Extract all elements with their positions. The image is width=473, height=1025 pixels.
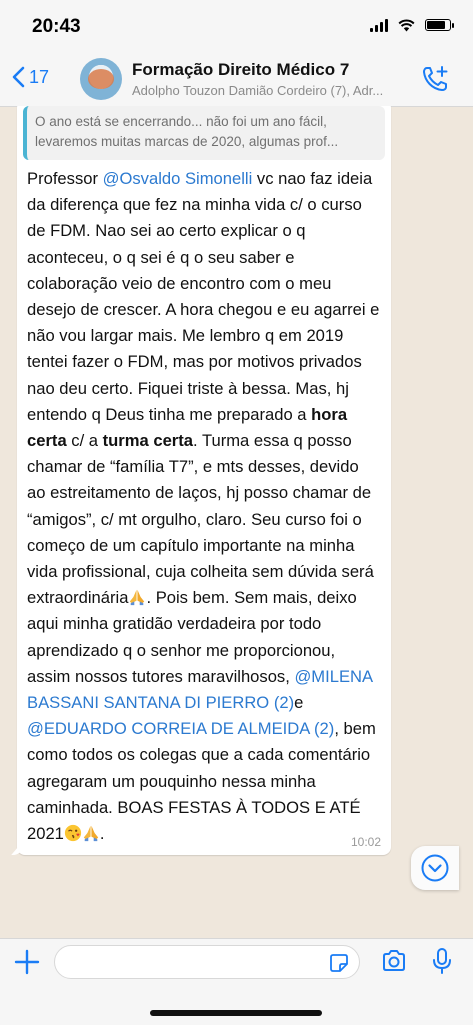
sticker-button[interactable] bbox=[329, 953, 349, 978]
add-participant-call-icon bbox=[423, 66, 448, 91]
cellular-signal-icon bbox=[370, 18, 388, 32]
chevron-down-icon bbox=[421, 854, 449, 882]
message-text-part: Professor bbox=[27, 169, 103, 188]
quoted-message[interactable]: O ano está se encerrando... não foi um a… bbox=[23, 106, 385, 160]
message-timestamp: 10:02 bbox=[350, 835, 381, 850]
camera-button[interactable] bbox=[381, 949, 407, 978]
group-avatar[interactable] bbox=[80, 58, 122, 100]
message-text-part: . Turma essa q posso chamar de “família … bbox=[27, 431, 374, 608]
attach-button[interactable] bbox=[14, 949, 40, 980]
status-bar: 20:43 bbox=[0, 0, 473, 52]
mention-osvaldo[interactable]: @Osvaldo Simonelli bbox=[103, 169, 253, 188]
message-text-part: c/ a bbox=[66, 431, 103, 451]
message-input-box[interactable] bbox=[54, 945, 360, 979]
battery-icon bbox=[425, 19, 454, 31]
add-call-button[interactable] bbox=[421, 65, 449, 98]
bold-turma-certa: turma certa bbox=[102, 431, 194, 451]
quoted-text-line-1: O ano está se encerrando... não foi um a… bbox=[35, 114, 327, 129]
message-text: Professor @Osvaldo Simonelli vc nao faz … bbox=[17, 160, 391, 847]
chat-participants[interactable]: Adolpho Touzon Damião Cordeiro (7), Adr.… bbox=[132, 83, 387, 98]
microphone-icon bbox=[433, 948, 451, 974]
chat-title[interactable]: Formação Direito Médico 7 bbox=[132, 60, 349, 80]
plus-icon bbox=[14, 949, 40, 975]
scroll-to-bottom-button[interactable] bbox=[411, 846, 459, 890]
back-button[interactable]: 17 bbox=[12, 66, 49, 88]
quoted-text-line-2: levaremos muitas marcas de 2020, algumas… bbox=[35, 134, 339, 149]
chat-header: 17 Formação Direito Médico 7 Adolpho Tou… bbox=[0, 52, 473, 107]
chevron-left-icon bbox=[12, 66, 25, 88]
status-icons bbox=[370, 18, 454, 32]
camera-icon bbox=[383, 950, 405, 971]
praying-hands-emoji bbox=[83, 825, 99, 842]
chat-area[interactable]: O ano está se encerrando... não foi um a… bbox=[0, 106, 473, 938]
voice-message-button[interactable] bbox=[431, 947, 453, 980]
message-text-part: e bbox=[294, 693, 304, 713]
message-input[interactable] bbox=[55, 946, 333, 978]
sticker-icon bbox=[330, 954, 348, 972]
message-text-part: . bbox=[99, 824, 105, 844]
praying-hands-emoji bbox=[130, 590, 145, 606]
message-text-part: vc nao faz ideia da diferença que fez na… bbox=[27, 169, 380, 424]
wifi-icon bbox=[398, 19, 415, 31]
home-indicator bbox=[150, 1010, 322, 1016]
message-composer bbox=[0, 938, 473, 1025]
status-time: 20:43 bbox=[32, 16, 81, 37]
wink-kiss-emoji bbox=[64, 824, 82, 842]
unread-count: 17 bbox=[29, 66, 50, 87]
mention-eduardo[interactable]: @EDUARDO CORREIA DE ALMEIDA (2) bbox=[27, 719, 334, 738]
message-bubble[interactable]: O ano está se encerrando... não foi um a… bbox=[17, 106, 391, 856]
